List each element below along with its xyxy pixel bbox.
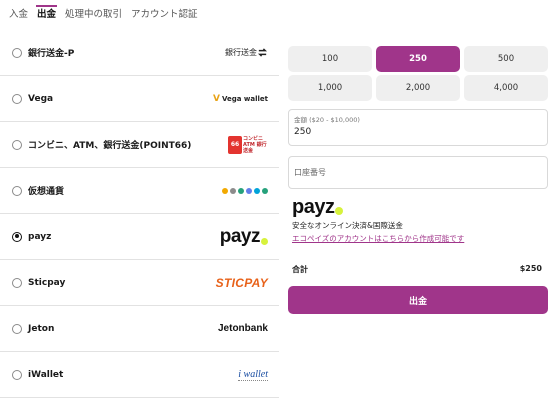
- method-label: 仮想通貨: [28, 187, 65, 197]
- amount-field-value[interactable]: 250: [294, 127, 311, 137]
- bank-transfer-logo: 銀行送金: [225, 47, 268, 58]
- withdraw-form: 100 250 500 1,000 2,000 4,000 金額 ($20 - …: [288, 46, 548, 314]
- payz-dot-icon: [335, 207, 344, 215]
- radio-button-selected[interactable]: [12, 231, 22, 242]
- crypto-coins-icon: [222, 187, 268, 194]
- vega-v-icon: V: [212, 93, 220, 104]
- ecopayz-signup-link[interactable]: エコペイズのアカウントはこちらから作成可能です: [292, 233, 464, 244]
- method-label: Jeton: [28, 323, 55, 334]
- exchange-arrows-icon: [257, 48, 268, 57]
- radio-button[interactable]: [12, 185, 22, 196]
- amount-preset-2000[interactable]: 2,000: [376, 75, 460, 101]
- amount-preset-100[interactable]: 100: [288, 46, 372, 72]
- method-label: Vega: [28, 93, 54, 104]
- payz-logo: payz: [220, 226, 268, 248]
- tab-bar: 入金 出金 処理中の取引 アカウント認証: [0, 0, 280, 30]
- iwallet-logo: i wallet: [238, 368, 268, 381]
- payz-brand-logo: payz: [292, 196, 344, 219]
- payz-description: 安全なオンライン決済&国際送金: [292, 221, 403, 230]
- radio-button[interactable]: [12, 93, 22, 104]
- amount-field-label: 金額 ($20 - $10,000): [294, 116, 360, 124]
- method-label: iWallet: [28, 369, 64, 380]
- radio-button[interactable]: [12, 139, 22, 150]
- radio-button[interactable]: [12, 323, 22, 334]
- withdraw-submit-button[interactable]: 出金: [288, 286, 548, 314]
- method-payz[interactable]: payz payz: [0, 214, 279, 260]
- payment-method-list: 銀行送金-P 銀行送金 Vega V Vega wallet コンビニ、ATM、…: [0, 30, 279, 398]
- radio-button[interactable]: [12, 369, 22, 380]
- jetonbank-logo: Jetonbank: [217, 323, 268, 334]
- tab-deposit[interactable]: 入金: [9, 0, 28, 30]
- method-label: 銀行送金-P: [28, 49, 75, 59]
- total-value: $250: [519, 264, 542, 273]
- tab-pending-transactions[interactable]: 処理中の取引: [65, 0, 122, 30]
- method-bank-transfer-p[interactable]: 銀行送金-P 銀行送金: [0, 30, 279, 76]
- sticpay-logo: STICPAY: [215, 275, 268, 290]
- method-crypto[interactable]: 仮想通貨: [0, 168, 279, 214]
- amount-preset-500[interactable]: 500: [464, 46, 548, 72]
- total-label: 合計: [292, 265, 308, 274]
- total-row: 合計 $250: [292, 264, 542, 275]
- radio-button[interactable]: [12, 47, 22, 58]
- amount-preset-1000[interactable]: 1,000: [288, 75, 372, 101]
- payz-dot-icon: [261, 237, 268, 245]
- amount-field[interactable]: 金額 ($20 - $10,000) 250: [288, 109, 548, 146]
- point66-logo: 66 コンビニ ATM 銀行送金: [228, 135, 268, 155]
- amount-preset-250[interactable]: 250: [376, 46, 460, 72]
- amount-preset-grid: 100 250 500 1,000 2,000 4,000: [288, 46, 548, 101]
- amount-preset-4000[interactable]: 4,000: [464, 75, 548, 101]
- method-sticpay[interactable]: Sticpay STICPAY: [0, 260, 279, 306]
- method-label: Sticpay: [28, 277, 66, 288]
- method-vega[interactable]: Vega V Vega wallet: [0, 76, 279, 122]
- tab-withdraw[interactable]: 出金: [36, 0, 58, 30]
- method-iwallet[interactable]: iWallet i wallet: [0, 352, 279, 398]
- method-label: コンビニ、ATM、銀行送金(POINT66): [28, 141, 192, 151]
- radio-button[interactable]: [12, 277, 22, 288]
- method-label: payz: [28, 231, 52, 242]
- method-jeton[interactable]: Jeton Jetonbank: [0, 306, 279, 352]
- tab-account-verification[interactable]: アカウント認証: [131, 0, 198, 30]
- account-number-placeholder[interactable]: 口座番号: [294, 167, 326, 178]
- method-convenience-store[interactable]: コンビニ、ATM、銀行送金(POINT66) 66 コンビニ ATM 銀行送金: [0, 122, 279, 168]
- vega-wallet-logo: V Vega wallet: [212, 93, 268, 104]
- account-number-field[interactable]: 口座番号: [288, 156, 548, 189]
